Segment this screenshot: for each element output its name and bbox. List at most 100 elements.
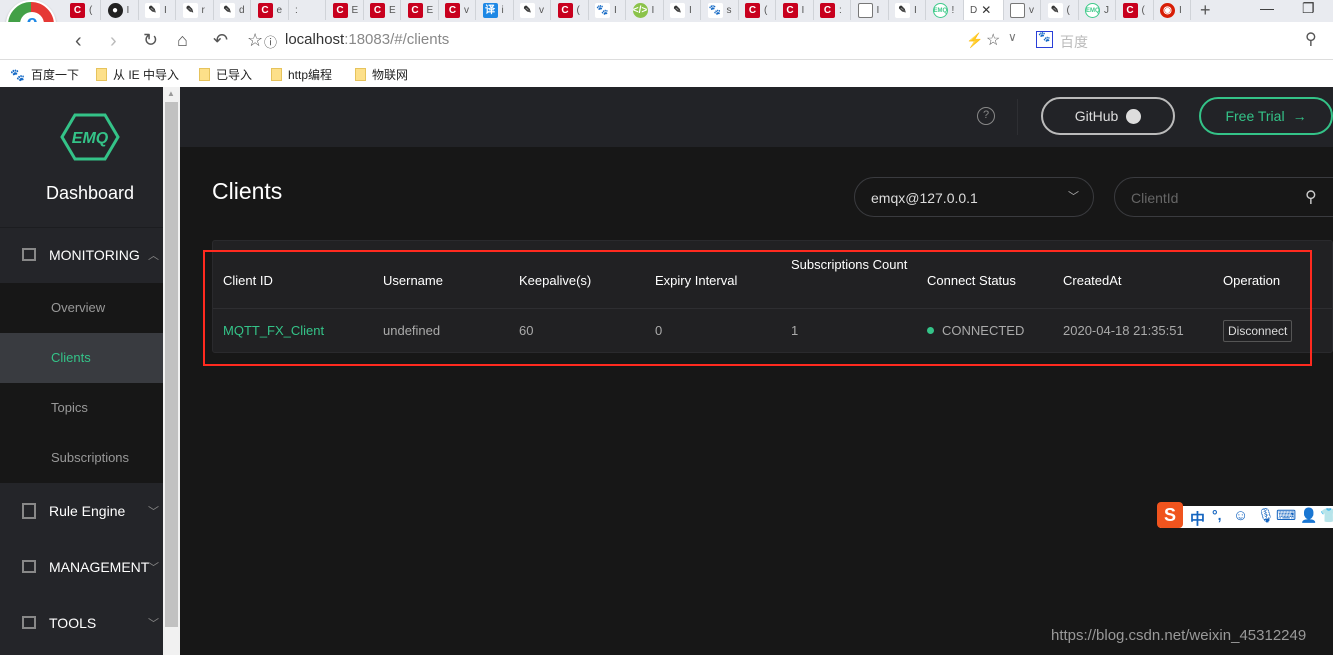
- emq-favicon-icon: EMQ: [1085, 2, 1100, 18]
- browser-tab[interactable]: ✎ I: [139, 0, 176, 20]
- browser-tab[interactable]: ✎ r: [177, 0, 214, 20]
- sidebar-item-overview[interactable]: Overview: [0, 283, 163, 333]
- rule-icon: [22, 502, 36, 519]
- pen-favicon-icon: ✎: [895, 2, 910, 18]
- browser-tab[interactable]: C(: [64, 0, 101, 20]
- help-icon[interactable]: ?: [977, 107, 995, 125]
- sogou-icon[interactable]: S: [1157, 502, 1183, 528]
- microphone-icon[interactable]: 🎙: [1257, 507, 1275, 524]
- emoji-icon[interactable]: ☺: [1233, 507, 1248, 524]
- pen-favicon-icon: ✎: [145, 2, 160, 18]
- bookmark-iot[interactable]: 物联网: [355, 66, 408, 83]
- disconnect-button[interactable]: Disconnect: [1223, 320, 1293, 342]
- yi-favicon-icon: 译: [482, 2, 498, 18]
- tab-label: I: [914, 4, 917, 16]
- restore-button[interactable]: ❐: [1302, 0, 1315, 17]
- c-favicon-icon: C: [332, 2, 348, 18]
- browser-tab[interactable]: 🐾 s: [702, 0, 739, 20]
- browser-tab[interactable]: C(: [552, 0, 589, 20]
- browser-tab[interactable]: CI: [777, 0, 814, 20]
- ime-language[interactable]: 中: [1190, 508, 1205, 529]
- bd-favicon-icon: 🐾: [595, 2, 610, 18]
- undo-icon[interactable]: ↶: [213, 30, 228, 51]
- bookmark-http[interactable]: http编程: [271, 66, 332, 83]
- browser-tab[interactable]: C(: [739, 0, 776, 20]
- info-icon[interactable]: ⓘ: [264, 32, 277, 51]
- browser-tab[interactable]: ✎ v: [514, 0, 551, 20]
- browser-tab[interactable]: Cv: [439, 0, 476, 20]
- sidebar-item-clients[interactable]: Clients: [0, 333, 163, 383]
- c-favicon-icon: C: [70, 2, 85, 18]
- ime-punctuation[interactable]: °,: [1212, 507, 1222, 523]
- browser-tab[interactable]: :: [289, 0, 326, 20]
- sidebar-item-subscriptions[interactable]: Subscriptions: [0, 433, 163, 483]
- browser-tab[interactable]: C(: [1117, 0, 1154, 20]
- browser-tab[interactable]: </> I: [627, 0, 664, 20]
- client-id-link[interactable]: MQTT_FX_Client: [223, 323, 324, 338]
- browser-tab[interactable]: ● I: [102, 0, 139, 20]
- doc-favicon-icon: [1010, 2, 1025, 18]
- folder-icon: [96, 68, 107, 81]
- browser-search-input[interactable]: 百度: [1060, 32, 1088, 52]
- free-trial-button[interactable]: Free Trial →: [1199, 97, 1333, 135]
- home-icon[interactable]: ⌂: [177, 30, 188, 51]
- browser-tab[interactable]: v: [1004, 0, 1041, 20]
- browser-tab[interactable]: Ce: [252, 0, 289, 20]
- menu-tools[interactable]: TOOLS ﹀: [0, 595, 163, 650]
- bookmark-baidu[interactable]: 🐾 百度一下: [10, 66, 79, 83]
- browser-tab[interactable]: EMQ J: [1079, 0, 1116, 20]
- browser-tab[interactable]: EMQ!: [927, 0, 964, 20]
- browser-tab[interactable]: C:: [814, 0, 851, 20]
- user-icon[interactable]: 👤: [1300, 507, 1317, 524]
- url-field[interactable]: localhost:18083/#/clients: [285, 31, 449, 48]
- lightning-icon[interactable]: ⚡: [966, 32, 983, 49]
- browser-tab[interactable]: ✎ I: [664, 0, 701, 20]
- tab-label: v: [539, 4, 544, 16]
- bookmark-label: 物联网: [372, 68, 409, 82]
- status-dot-icon: [927, 327, 934, 334]
- browser-tab[interactable]: ✎ d: [214, 0, 251, 20]
- favorite-icon[interactable]: ☆: [986, 30, 1000, 50]
- browser-tab[interactable]: CE: [402, 0, 439, 20]
- free-trial-label: Free Trial: [1225, 108, 1285, 124]
- browser-tab[interactable]: CE: [327, 0, 364, 20]
- bookmark-ie-import[interactable]: 从 IE 中导入: [96, 66, 179, 83]
- github-button[interactable]: GitHub: [1041, 97, 1175, 135]
- browser-tab[interactable]: I: [852, 0, 889, 20]
- forward-icon[interactable]: ›: [110, 30, 117, 53]
- close-icon[interactable]: ✕: [981, 3, 991, 17]
- back-icon[interactable]: ‹: [75, 30, 82, 53]
- browser-tab[interactable]: D ✕: [964, 0, 1004, 20]
- browser-tab[interactable]: 🐾 I: [589, 0, 626, 20]
- reload-icon[interactable]: ↻: [143, 30, 158, 51]
- tab-label: E: [351, 4, 359, 16]
- bookmark-imported[interactable]: 已导入: [199, 66, 252, 83]
- browser-tab[interactable]: 译i: [477, 0, 514, 20]
- menu-management[interactable]: MANAGEMENT ﹀: [0, 539, 163, 594]
- column-header-keepalive: Keepalive(s): [519, 273, 592, 288]
- skin-icon[interactable]: 👕: [1320, 507, 1333, 524]
- sidebar-item-topics[interactable]: Topics: [0, 383, 163, 433]
- browser-tab[interactable]: ✎ I: [889, 0, 926, 20]
- browser-tab[interactable]: ✎(: [1042, 0, 1079, 20]
- menu-rule-engine[interactable]: Rule Engine ﹀: [0, 483, 163, 538]
- new-tab-button[interactable]: +: [1200, 0, 1211, 21]
- menu-monitoring[interactable]: MONITORING ︿: [0, 227, 163, 282]
- search-icon[interactable]: ⚲: [1305, 29, 1317, 49]
- keyboard-icon[interactable]: ⌨: [1276, 507, 1296, 524]
- tab-label: E: [426, 4, 434, 16]
- pen-favicon-icon: ✎: [220, 2, 235, 18]
- node-select[interactable]: emqx@127.0.0.1 ﹀: [854, 177, 1094, 217]
- star-icon[interactable]: ☆: [247, 30, 263, 51]
- sidebar-scrollbar[interactable]: ▲: [163, 87, 180, 655]
- highlight-box: [203, 250, 1312, 366]
- search-icon[interactable]: ⚲: [1305, 187, 1317, 207]
- pen-favicon-icon: ✎: [520, 2, 535, 18]
- tab-label: e: [276, 4, 283, 16]
- browser-tab[interactable]: ◉ I: [1154, 0, 1191, 20]
- tab-label: E: [389, 4, 396, 16]
- minimize-button[interactable]: —: [1260, 0, 1274, 16]
- clientid-search-input[interactable]: ClientId ⚲: [1114, 177, 1333, 217]
- dropdown-icon[interactable]: ∨: [1008, 30, 1017, 44]
- browser-tab[interactable]: CE: [364, 0, 401, 20]
